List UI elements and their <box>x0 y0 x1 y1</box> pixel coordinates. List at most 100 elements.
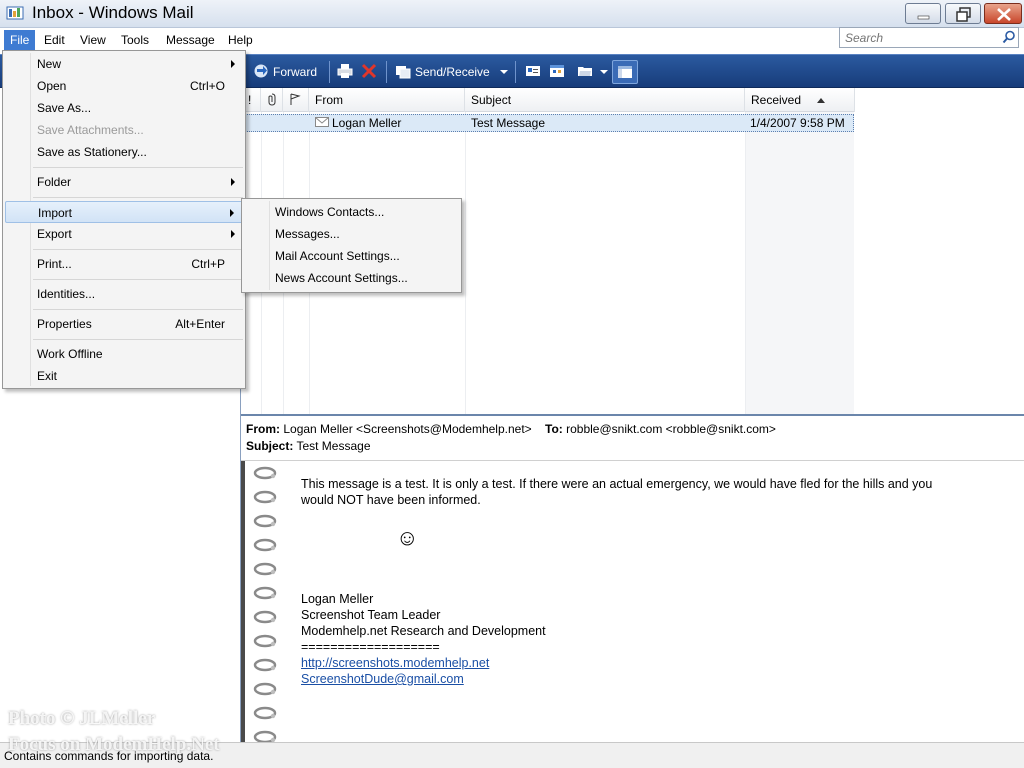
column-divider <box>465 112 466 414</box>
menuitem-save-attachments: Save Attachments... <box>37 123 144 137</box>
folder-dropdown[interactable] <box>600 62 608 82</box>
column-received[interactable]: Received <box>745 88 855 112</box>
search-input[interactable] <box>839 27 1019 48</box>
menuitem-open[interactable]: Open Ctrl+O <box>5 75 243 97</box>
print-icon <box>337 64 353 78</box>
signature-name: Logan Meller <box>301 592 374 606</box>
table-row[interactable]: Logan Meller Test Message 1/4/2007 9:58 … <box>244 114 854 132</box>
spiral-hole <box>270 713 276 719</box>
title-bar: Inbox - Windows Mail <box>0 0 1024 28</box>
send-receive-dropdown[interactable] <box>500 62 508 82</box>
submenu-arrow-icon <box>230 209 234 217</box>
menu-tools[interactable]: Tools <box>115 30 155 50</box>
send-receive-icon <box>396 66 411 79</box>
sort-ascending-icon <box>817 98 826 103</box>
restore-button[interactable] <box>945 3 981 24</box>
layout-button[interactable] <box>612 60 638 84</box>
menu-separator <box>33 339 243 340</box>
menuitem-identities[interactable]: Identities... <box>5 283 243 305</box>
menu-file[interactable]: File <box>4 30 36 50</box>
menuitem-work-offline[interactable]: Work Offline <box>5 343 243 365</box>
minimize-button[interactable] <box>905 3 941 24</box>
contacts-icon <box>526 66 540 76</box>
menuitem-import[interactable]: Import <box>5 201 243 223</box>
toolbar-separator <box>386 61 387 83</box>
envelope-icon <box>315 117 329 127</box>
message-body: This message is a test. It is only a tes… <box>241 460 1024 745</box>
spiral-hole <box>270 617 276 623</box>
menuitem-export[interactable]: Export <box>5 223 243 245</box>
menuitem-save-as-stationery[interactable]: Save as Stationery... <box>5 141 243 163</box>
spiral-hole <box>270 521 276 527</box>
restore-icon <box>956 7 971 22</box>
menuitem-save-as[interactable]: Save As... <box>5 97 243 119</box>
minimize-icon <box>917 15 930 20</box>
menuitem-properties[interactable]: Properties Alt+Enter <box>5 313 243 335</box>
preview-pane: From: Logan Meller <Screenshots@Modemhel… <box>241 414 1024 745</box>
toolbar-separator <box>329 61 330 83</box>
forward-icon <box>254 64 268 78</box>
signature-role: Screenshot Team Leader <box>301 608 441 622</box>
submenu-arrow-icon <box>231 178 235 186</box>
window-title: Inbox - Windows Mail <box>32 3 194 22</box>
signature-website-link[interactable]: http://screenshots.modemhelp.net <box>301 655 489 671</box>
message-body-text: This message is a test. It is only a tes… <box>301 476 1001 508</box>
signature-email-link[interactable]: ScreenshotDude@gmail.com <box>301 671 464 687</box>
received-column-background <box>745 112 854 414</box>
column-subject[interactable]: Subject <box>465 88 745 112</box>
spiral-hole <box>270 473 276 479</box>
send-receive-button[interactable]: Send/Receive <box>395 62 490 82</box>
chevron-down-icon <box>500 70 508 74</box>
column-attachment[interactable] <box>261 88 283 112</box>
menu-help[interactable]: Help <box>222 30 259 50</box>
spiral-hole <box>270 497 276 503</box>
folder-icon <box>578 67 592 76</box>
subject-label: Subject: <box>246 439 294 453</box>
import-submenu: Windows Contacts... Messages... Mail Acc… <box>241 198 462 293</box>
menu-separator <box>33 309 243 310</box>
menu-separator <box>33 249 243 250</box>
preview-subject-line: Subject: Test Message <box>246 439 371 453</box>
contacts-button[interactable] <box>525 62 545 82</box>
column-flag[interactable] <box>283 88 309 112</box>
column-divider <box>745 112 746 414</box>
message-list-header: ! From Subject Received <box>241 88 855 112</box>
folder-button[interactable] <box>577 62 597 82</box>
preview-address-line: From: Logan Meller <Screenshots@Modemhel… <box>246 422 776 436</box>
submenu-arrow-icon <box>231 230 235 238</box>
menu-separator <box>33 279 243 280</box>
importance-icon: ! <box>248 93 252 107</box>
spiral-hole <box>270 641 276 647</box>
body-line: This message is a test. It is only a tes… <box>301 477 933 491</box>
chevron-down-icon <box>600 70 608 74</box>
close-button[interactable] <box>984 3 1022 24</box>
menu-message[interactable]: Message <box>160 30 221 50</box>
app-mail-icon <box>6 6 24 20</box>
delete-button[interactable] <box>361 62 381 82</box>
row-received: 1/4/2007 9:58 PM <box>750 116 845 130</box>
menuitem-folder[interactable]: Folder <box>5 171 243 193</box>
to-value[interactable]: robble@snikt.com <robble@snikt.com> <box>566 422 776 436</box>
menuitem-exit[interactable]: Exit <box>5 365 243 387</box>
menuitem-windows-contacts[interactable]: Windows Contacts... <box>244 201 459 223</box>
menuitem-new[interactable]: New <box>5 53 243 75</box>
file-menu-dropdown: New Open Ctrl+O Save As... Save Attachmen… <box>2 50 246 389</box>
calendar-button[interactable] <box>549 62 569 82</box>
menuitem-news-account-settings[interactable]: News Account Settings... <box>244 267 459 289</box>
menuitem-print[interactable]: Print... Ctrl+P <box>5 253 243 275</box>
search-icon[interactable] <box>1002 30 1016 44</box>
preview-header: From: Logan Meller <Screenshots@Modemhel… <box>241 416 1024 460</box>
menu-view[interactable]: View <box>74 30 112 50</box>
attachment-icon <box>268 93 276 106</box>
toolbar-separator <box>515 61 516 83</box>
column-from[interactable]: From <box>309 88 465 112</box>
menu-edit[interactable]: Edit <box>38 30 71 50</box>
menuitem-mail-account-settings[interactable]: Mail Account Settings... <box>244 245 459 267</box>
forward-button[interactable]: Forward <box>253 62 317 82</box>
spiral-hole <box>270 593 276 599</box>
spiral-hole <box>270 665 276 671</box>
from-value[interactable]: Logan Meller <Screenshots@Modemhelp.net> <box>283 422 531 436</box>
print-button[interactable] <box>337 62 357 82</box>
menuitem-messages[interactable]: Messages... <box>244 223 459 245</box>
spiral-binding-icon <box>241 461 277 745</box>
